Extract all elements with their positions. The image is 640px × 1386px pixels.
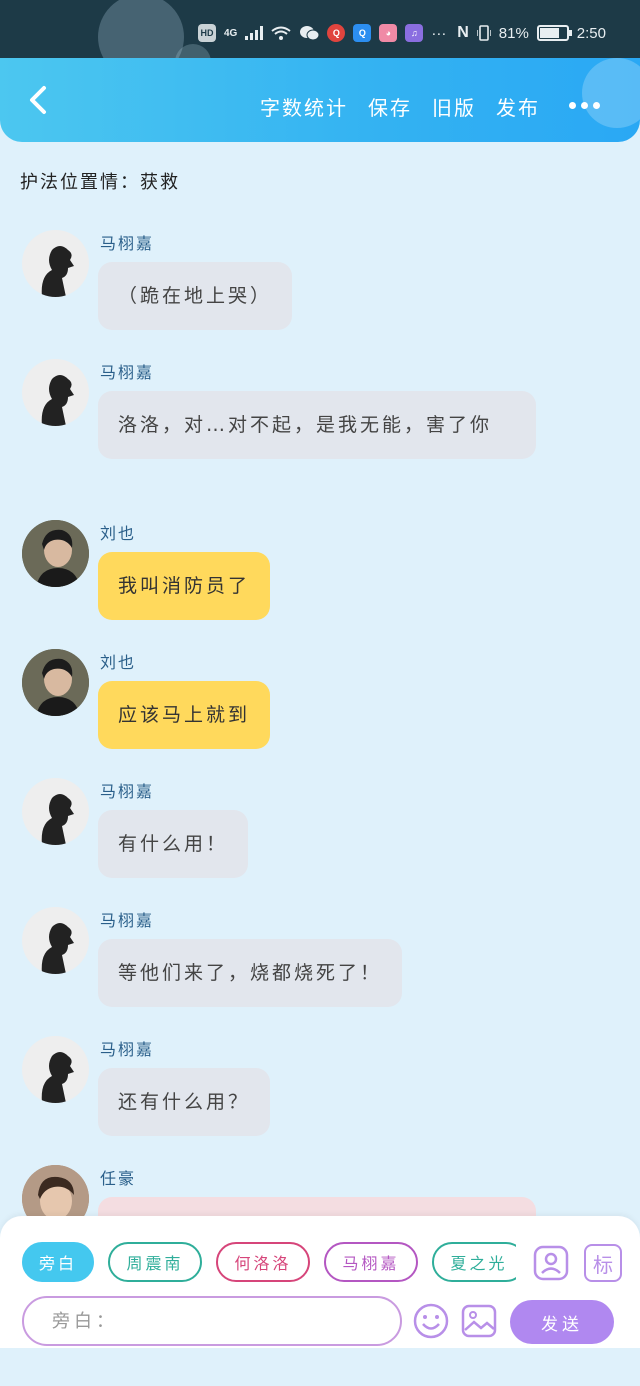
sender-name: 马栩嘉: [100, 911, 155, 930]
message-bubble[interactable]: 应该马上就到: [98, 681, 271, 749]
status-bar: HD 4G Q Q ◕ ♫ ··· N 81% 2:50: [0, 0, 640, 80]
wifi-icon: [271, 26, 291, 40]
sender-name: 马栩嘉: [100, 363, 155, 382]
avatar[interactable]: [22, 230, 89, 297]
image-icon[interactable]: [460, 1302, 498, 1340]
search-app-icon: Q: [353, 24, 372, 42]
more-menu-icon[interactable]: [569, 102, 600, 109]
vibrate-icon: [476, 25, 491, 41]
avatar[interactable]: [22, 778, 89, 845]
battery-icon: [536, 25, 572, 41]
sender-name: 马栩嘉: [100, 1040, 155, 1059]
publish-button[interactable]: 发布: [496, 92, 540, 121]
music-app-icon: ♫: [405, 24, 424, 42]
sender-name: 刘也: [100, 524, 137, 543]
red-app-icon: Q: [327, 24, 346, 42]
message-bubble[interactable]: 我叫消防员了: [98, 552, 271, 620]
battery-percent: 81%: [498, 24, 529, 42]
network-icon: 4G: [224, 27, 238, 39]
message-input[interactable]: [22, 1296, 402, 1346]
app-header: 字数统计 保存 旧版 发布: [0, 58, 640, 142]
status-left-icons: HD 4G Q Q ◕ ♫ ···: [198, 24, 446, 42]
avatar[interactable]: [22, 907, 89, 974]
role-chip-zhou-zhennan[interactable]: 周震南: [108, 1242, 202, 1282]
back-arrow-icon[interactable]: [22, 82, 58, 118]
wechat-icon: [300, 26, 320, 41]
sender-name: 马栩嘉: [100, 782, 155, 801]
avatar[interactable]: [22, 1036, 89, 1103]
more-notifications-icon: ···: [431, 24, 447, 42]
bottom-strip: [0, 1348, 640, 1386]
header-actions: 字数统计 保存 旧版 发布: [260, 92, 540, 121]
save-button[interactable]: 保存: [368, 92, 412, 121]
cat-app-icon: ◕: [379, 24, 398, 42]
hd-icon: HD: [198, 24, 216, 42]
nfc-icon: N: [457, 24, 469, 41]
status-right: N 81% 2:50: [457, 24, 606, 42]
avatar[interactable]: [22, 359, 89, 426]
tag-button[interactable]: 标: [584, 1244, 622, 1282]
role-chip-he-luoluo[interactable]: 何洛洛: [216, 1242, 310, 1282]
avatar[interactable]: [22, 649, 89, 716]
signal-icon: [245, 26, 264, 40]
message-bubble[interactable]: 有什么用！: [98, 810, 249, 878]
role-chip-ma-xujia[interactable]: 马栩嘉: [324, 1242, 418, 1282]
decor-bubble: [582, 58, 640, 128]
contact-card-icon[interactable]: [532, 1244, 570, 1282]
message-bubble[interactable]: 还有什么用？: [98, 1068, 271, 1136]
send-button[interactable]: 发送: [510, 1300, 614, 1344]
emoji-icon[interactable]: [412, 1302, 450, 1340]
sender-name: 马栩嘉: [100, 234, 155, 253]
sender-name: 刘也: [100, 653, 137, 672]
role-chip-xia-zhiguang[interactable]: 夏之光: [432, 1242, 516, 1282]
clock: 2:50: [576, 24, 606, 42]
role-selector: 旁白 周震南 何洛洛 马栩嘉 夏之光: [22, 1242, 516, 1284]
composer-panel: 旁白 周震南 何洛洛 马栩嘉 夏之光 标 发送: [0, 1216, 640, 1348]
avatar[interactable]: [22, 520, 89, 587]
sender-name: 任豪: [100, 1169, 137, 1188]
old-version-button[interactable]: 旧版: [432, 92, 476, 121]
message-bubble[interactable]: 洛洛，对…对不起，是我无能，害了你: [98, 391, 536, 459]
message-bubble[interactable]: 等他们来了，烧都烧死了！: [98, 939, 403, 1007]
message-bubble[interactable]: （跪在地上哭）: [98, 262, 293, 330]
word-count-button[interactable]: 字数统计: [260, 92, 348, 121]
role-chip-narrator[interactable]: 旁白: [22, 1242, 94, 1282]
battery-fill: [539, 28, 560, 38]
scene-intro: 护法位置情：获救: [20, 172, 180, 193]
